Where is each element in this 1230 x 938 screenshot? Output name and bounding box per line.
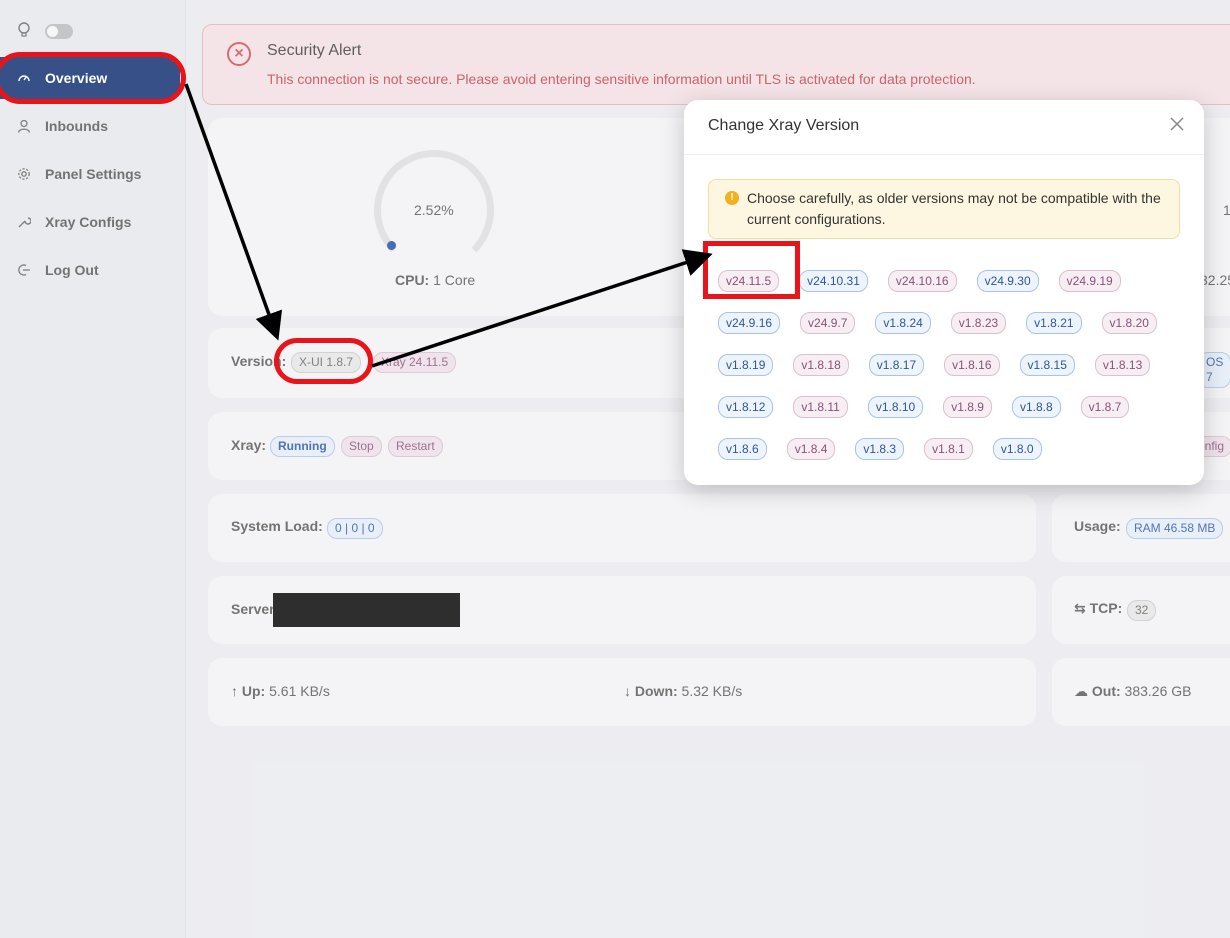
annotation-arrows <box>184 83 713 368</box>
